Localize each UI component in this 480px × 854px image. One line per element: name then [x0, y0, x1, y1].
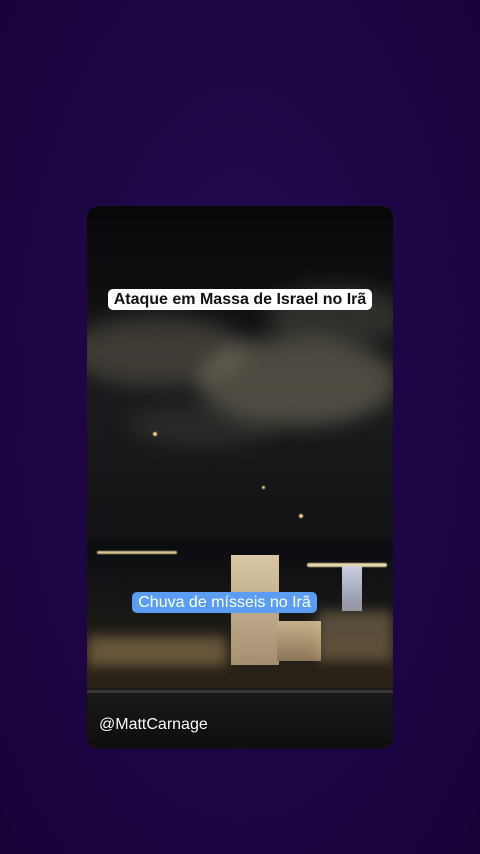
night-sky: [87, 206, 393, 541]
city-glow: [87, 636, 227, 666]
city-glow: [317, 611, 393, 661]
caption-bottom-text: Chuva de mísseis no Irã: [132, 592, 317, 613]
watermark-handle: @MattCarnage: [99, 716, 208, 733]
railing-bar: [87, 690, 393, 693]
missile-light: [262, 486, 265, 489]
missile-light: [153, 432, 157, 436]
missile-light: [299, 514, 303, 518]
building: [342, 566, 362, 611]
building: [277, 621, 321, 661]
caption-bottom: Chuva de mísseis no Irã: [117, 592, 332, 613]
video-frame[interactable]: Ataque em Massa de Israel no Irã Chuva d…: [87, 206, 393, 749]
caption-top-text: Ataque em Massa de Israel no Irã: [107, 289, 373, 310]
coast-lights: [97, 551, 177, 554]
caption-top: Ataque em Massa de Israel no Irã: [87, 289, 393, 310]
cloud: [127, 406, 277, 446]
